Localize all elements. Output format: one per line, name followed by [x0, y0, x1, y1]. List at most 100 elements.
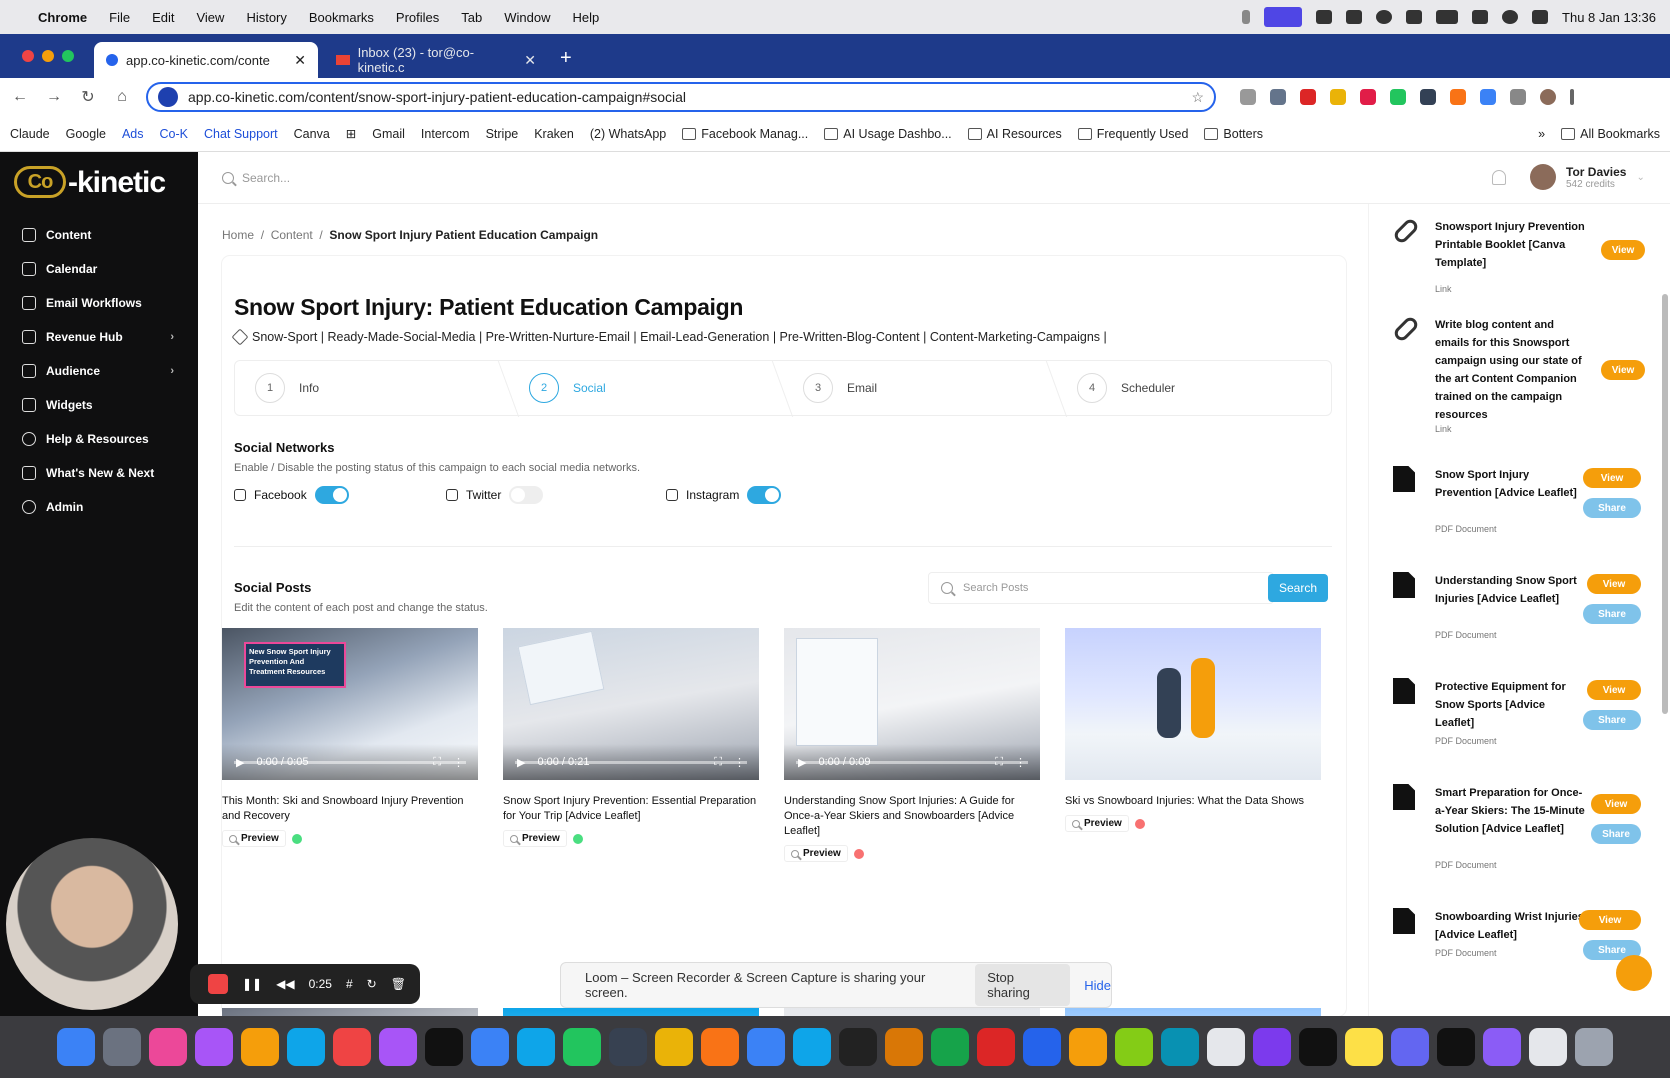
bookmark-stripe[interactable]: Stripe	[486, 127, 519, 141]
view-button[interactable]: View	[1601, 240, 1645, 260]
control-center-icon[interactable]	[1532, 10, 1549, 24]
scrollbar[interactable]	[1662, 294, 1668, 714]
puzzle-icon[interactable]	[1510, 89, 1526, 105]
bookmark-folder-botters[interactable]: Botters	[1204, 127, 1263, 141]
video-progress-bar[interactable]	[796, 761, 1028, 764]
sidebar-item-admin[interactable]: Admin	[0, 490, 198, 524]
messages-icon[interactable]	[563, 1028, 601, 1066]
calculator-icon[interactable]	[609, 1028, 647, 1066]
app-icon[interactable]	[1483, 1028, 1521, 1066]
skype-icon[interactable]	[517, 1028, 555, 1066]
extension-icon[interactable]	[1450, 89, 1466, 105]
breadcrumb-home[interactable]: Home	[222, 228, 254, 242]
extension-icon[interactable]	[1420, 89, 1436, 105]
restart-icon[interactable]: ↻	[367, 977, 377, 991]
view-button[interactable]: View	[1587, 574, 1641, 594]
tab-inbox[interactable]: Inbox (23) - tor@co-kinetic.c ✕	[324, 42, 548, 78]
app-status-icon[interactable]	[1346, 10, 1363, 24]
app-icon[interactable]	[1437, 1028, 1475, 1066]
menu-bookmarks[interactable]: Bookmarks	[309, 10, 374, 25]
video-player[interactable]: ▶ 0:00 / 0:21 ⛶ ⋮	[503, 628, 759, 780]
search-input[interactable]: Search...	[242, 171, 290, 185]
sonos-icon[interactable]	[839, 1028, 877, 1066]
extension-icon[interactable]	[1480, 89, 1496, 105]
clock[interactable]: Thu 8 Jan 13:36	[1562, 10, 1656, 25]
launchpad-icon[interactable]	[195, 1028, 233, 1066]
post-image[interactable]	[1065, 628, 1321, 780]
bell-icon[interactable]	[1492, 170, 1506, 185]
social-post-thumbnail[interactable]	[222, 1008, 478, 1016]
new-tab-button[interactable]: +	[548, 47, 584, 78]
app-icon[interactable]	[1391, 1028, 1429, 1066]
rewind-icon[interactable]: ◀◀	[276, 977, 294, 991]
video-progress-bar[interactable]	[234, 761, 466, 764]
sidebar-item-widgets[interactable]: Widgets	[0, 388, 198, 422]
video-player[interactable]: ▶ 0:00 / 0:09 ⛶ ⋮	[784, 628, 1040, 780]
url-text[interactable]: app.co-kinetic.com/content/snow-sport-in…	[188, 89, 686, 105]
extension-icon[interactable]	[1270, 89, 1286, 105]
settings-icon[interactable]	[103, 1028, 141, 1066]
menu-help[interactable]: Help	[573, 10, 600, 25]
app-icon[interactable]	[977, 1028, 1015, 1066]
facebook-toggle[interactable]	[314, 486, 349, 504]
bookmark-whatsapp[interactable]: (2) WhatsApp	[590, 127, 666, 141]
trash-icon[interactable]: 🗑	[391, 977, 406, 991]
menu-tab[interactable]: Tab	[461, 10, 482, 25]
hide-notice-button[interactable]: Hide	[1084, 978, 1111, 993]
app-icon[interactable]	[149, 1028, 187, 1066]
sidebar-item-calendar[interactable]: Calendar	[0, 252, 198, 286]
menu-file[interactable]: File	[109, 10, 130, 25]
bookmark-gmail[interactable]: Gmail	[372, 127, 405, 141]
app-store-icon[interactable]	[471, 1028, 509, 1066]
kebab-menu-icon[interactable]	[1570, 89, 1574, 105]
dropbox-icon[interactable]	[1316, 10, 1333, 24]
profile-avatar[interactable]	[1540, 89, 1556, 105]
sidebar-item-help[interactable]: Help & Resources	[0, 422, 198, 456]
status-dot[interactable]	[572, 833, 583, 844]
chrome-icon[interactable]	[655, 1028, 693, 1066]
reload-icon[interactable]: ↻	[78, 87, 98, 107]
sidebar-item-email-workflows[interactable]: Email Workflows	[0, 286, 198, 320]
posts-search-button[interactable]: Search	[1268, 574, 1328, 602]
co-kinetic-logo[interactable]: Co -kinetic	[14, 166, 166, 200]
twitter-toggle[interactable]	[509, 486, 544, 504]
close-tab-icon[interactable]: ✕	[524, 52, 536, 69]
user-menu[interactable]: Tor Davies 542 credits ⌄	[1530, 164, 1645, 190]
app-icon[interactable]	[287, 1028, 325, 1066]
bookmark-folder-ai-usage[interactable]: AI Usage Dashbo...	[824, 127, 952, 141]
stop-recording-button[interactable]	[208, 974, 228, 994]
share-button[interactable]: Share	[1591, 824, 1641, 844]
podcasts-icon[interactable]	[379, 1028, 417, 1066]
step-scheduler[interactable]: 4 Scheduler	[1057, 361, 1331, 415]
word-icon[interactable]	[1023, 1028, 1061, 1066]
stats-icon[interactable]	[1406, 10, 1423, 24]
screen-share-icon[interactable]	[1264, 7, 1303, 27]
posts-search-input[interactable]: Search Posts	[928, 572, 1274, 604]
close-tab-icon[interactable]: ✕	[294, 52, 306, 69]
app-icon[interactable]	[793, 1028, 831, 1066]
bookmark-google[interactable]: Google	[66, 127, 106, 141]
music-icon[interactable]	[333, 1028, 371, 1066]
bookmark-chat-support[interactable]: Chat Support	[204, 127, 278, 141]
sidebar-item-content[interactable]: Content	[0, 218, 198, 252]
status-dot[interactable]	[291, 833, 302, 844]
spotlight-icon[interactable]	[1502, 10, 1519, 24]
bookmark-folder-facebook[interactable]: Facebook Manag...	[682, 127, 808, 141]
wifi-icon[interactable]	[1472, 10, 1489, 24]
step-info[interactable]: 1 Info	[235, 361, 520, 417]
menu-view[interactable]: View	[196, 10, 224, 25]
webcam-bubble[interactable]	[6, 838, 178, 1010]
share-button[interactable]: Share	[1583, 604, 1641, 624]
camera-extension-icon[interactable]	[1240, 89, 1256, 105]
video-progress-bar[interactable]	[515, 761, 747, 764]
photos-icon[interactable]	[241, 1028, 279, 1066]
step-social[interactable]: 2 Social	[509, 361, 794, 417]
grid-icon[interactable]: #	[346, 977, 353, 991]
extension-icon[interactable]	[1300, 89, 1316, 105]
home-icon[interactable]: ⌂	[112, 88, 132, 106]
mic-icon[interactable]	[1242, 10, 1251, 24]
tab-co-kinetic[interactable]: app.co-kinetic.com/conte ✕	[94, 42, 318, 78]
bookmark-star-icon[interactable]: ☆	[1191, 89, 1204, 106]
view-button[interactable]: View	[1583, 468, 1641, 488]
app-icon[interactable]	[1529, 1028, 1567, 1066]
